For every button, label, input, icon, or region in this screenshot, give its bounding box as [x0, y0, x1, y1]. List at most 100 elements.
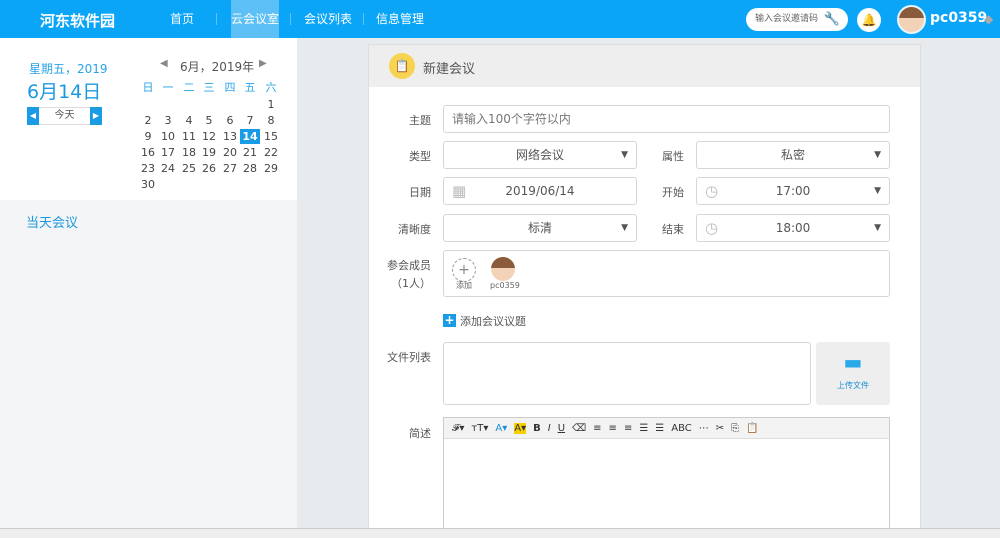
attr-select[interactable]: 私密 ▼: [696, 141, 890, 169]
prev-day-button[interactable]: ◀: [27, 107, 39, 125]
weekday-header: 二: [183, 81, 195, 94]
calendar-day[interactable]: 21: [240, 145, 260, 160]
align-center-icon[interactable]: ≡: [609, 423, 617, 434]
weekday-header: 一: [162, 81, 174, 94]
date-value: 2019/06/14: [505, 184, 575, 198]
new-meeting-form: 📋 新建会议 主题 请输入100个字符以内 类型 网络会议 ▼ 属性 私密 ▼ 日期…: [368, 44, 921, 537]
calendar-day[interactable]: 8: [261, 113, 281, 128]
prev-month-icon[interactable]: ◀: [160, 58, 168, 69]
key-icon[interactable]: 🔧: [824, 8, 840, 31]
nav-home[interactable]: 首页: [164, 0, 200, 38]
calendar-day[interactable]: 10: [158, 129, 178, 144]
diamond-icon: ◆: [984, 12, 994, 26]
nav-info-management[interactable]: 信息管理: [376, 0, 424, 38]
start-label: 开始: [662, 186, 684, 199]
quality-value: 标清: [527, 221, 552, 235]
start-value: 17:00: [775, 184, 811, 198]
today-nav: ◀ 今天 ▶: [27, 107, 102, 125]
calendar-day[interactable]: 5: [199, 113, 219, 128]
cut-icon[interactable]: ✂: [716, 423, 724, 434]
ordered-list-icon[interactable]: ☰: [639, 423, 648, 434]
calendar-day[interactable]: 6: [220, 113, 240, 128]
calendar-day[interactable]: 20: [220, 145, 240, 160]
calendar-day[interactable]: 12: [199, 129, 219, 144]
eraser-icon[interactable]: ⌫: [572, 423, 586, 434]
type-select[interactable]: 网络会议 ▼: [443, 141, 637, 169]
calendar-day[interactable]: 9: [138, 129, 158, 144]
calendar-day[interactable]: 4: [179, 113, 199, 128]
paste-icon[interactable]: 📋: [746, 423, 758, 434]
font-size-icon[interactable]: тT▾: [471, 423, 488, 434]
quality-select[interactable]: 标清 ▼: [443, 214, 637, 242]
start-time-select[interactable]: ◷ 17:00 ▼: [696, 177, 890, 205]
next-day-button[interactable]: ▶: [90, 107, 102, 125]
upload-file-button[interactable]: ▬ 上传文件: [816, 342, 890, 405]
calendar-day[interactable]: 14: [240, 129, 260, 144]
highlight-icon[interactable]: A▾: [514, 423, 527, 434]
subject-input[interactable]: 请输入100个字符以内: [443, 105, 890, 133]
add-topic-link[interactable]: 添加会议议题: [460, 313, 526, 329]
font-family-icon[interactable]: 𝓕▾: [452, 423, 464, 434]
member-name: pc0359: [490, 281, 520, 290]
today-meetings-title[interactable]: 当天会议: [26, 212, 78, 231]
current-date: 6月14日: [27, 81, 102, 103]
table-icon[interactable]: ⋯: [699, 423, 709, 434]
calendar-day[interactable]: 26: [199, 161, 219, 176]
attr-value: 私密: [780, 148, 805, 162]
align-right-icon[interactable]: ≡: [624, 423, 632, 434]
nav-cloud-meeting-room[interactable]: 云会议室: [231, 0, 279, 38]
calendar-day[interactable]: 16: [138, 145, 158, 160]
calendar-title: 6月，2019年: [180, 60, 255, 74]
next-month-icon[interactable]: ▶: [259, 58, 267, 69]
calendar-day[interactable]: 15: [261, 129, 281, 144]
calendar-day[interactable]: 13: [220, 129, 240, 144]
calendar-day[interactable]: 1: [261, 97, 281, 112]
bold-icon[interactable]: B: [533, 423, 541, 434]
description-editor[interactable]: 𝓕▾ тT▾ A▾ A▾ B I U ⌫ ≡ ≡ ≡ ☰ ☰ ABC ⋯ ✂ ⎘ 📋: [443, 417, 890, 537]
calendar-day[interactable]: 11: [179, 129, 199, 144]
italic-icon[interactable]: I: [548, 423, 551, 434]
bell-icon[interactable]: 🔔: [857, 8, 881, 32]
weekday-header: 五: [244, 81, 256, 94]
unordered-list-icon[interactable]: ☰: [655, 423, 664, 434]
underline-icon[interactable]: U: [558, 423, 565, 434]
calendar-day[interactable]: 30: [138, 177, 158, 192]
spellcheck-icon[interactable]: ABC: [671, 423, 692, 434]
calendar-day[interactable]: 22: [261, 145, 281, 160]
quality-label: 清晰度: [398, 223, 431, 236]
today-button[interactable]: 今天: [55, 110, 75, 121]
editor-toolbar: 𝓕▾ тT▾ A▾ A▾ B I U ⌫ ≡ ≡ ≡ ☰ ☰ ABC ⋯ ✂ ⎘ 📋: [444, 418, 889, 439]
copy-icon[interactable]: ⎘: [731, 423, 739, 434]
calendar-day[interactable]: 17: [158, 145, 178, 160]
nav-meeting-list[interactable]: 会议列表: [304, 0, 352, 38]
nav-separator: [216, 13, 217, 25]
calendar-day[interactable]: 7: [240, 113, 260, 128]
date-input[interactable]: ▦ 2019/06/14: [443, 177, 637, 205]
horizontal-scrollbar[interactable]: [0, 528, 1000, 538]
end-time-select[interactable]: ◷ 18:00 ▼: [696, 214, 890, 242]
calendar-day[interactable]: 28: [240, 161, 260, 176]
calendar-day[interactable]: 3: [158, 113, 178, 128]
members-label: 参会成员: [387, 259, 431, 272]
username[interactable]: pc0359: [930, 10, 987, 26]
desc-label: 简述: [409, 427, 431, 440]
plus-icon[interactable]: +: [443, 314, 456, 327]
invite-code-input[interactable]: 输入会议邀请码 🔧: [746, 8, 848, 31]
subject-label: 主题: [409, 114, 431, 127]
members-count: （1人）: [391, 277, 431, 290]
calendar-day[interactable]: 2: [138, 113, 158, 128]
calendar-day[interactable]: 23: [138, 161, 158, 176]
form-header: 📋 新建会议: [369, 45, 920, 87]
font-color-icon[interactable]: A▾: [495, 423, 507, 434]
calendar-day[interactable]: 27: [220, 161, 240, 176]
calendar-day[interactable]: 25: [179, 161, 199, 176]
weekday-header: 三: [203, 81, 215, 94]
attr-label: 属性: [662, 150, 684, 163]
calendar-day[interactable]: 24: [158, 161, 178, 176]
clipboard-icon: 📋: [389, 53, 415, 79]
align-left-icon[interactable]: ≡: [593, 423, 601, 434]
calendar-day[interactable]: 18: [179, 145, 199, 160]
avatar[interactable]: [897, 5, 926, 34]
calendar-day[interactable]: 19: [199, 145, 219, 160]
calendar-day[interactable]: 29: [261, 161, 281, 176]
